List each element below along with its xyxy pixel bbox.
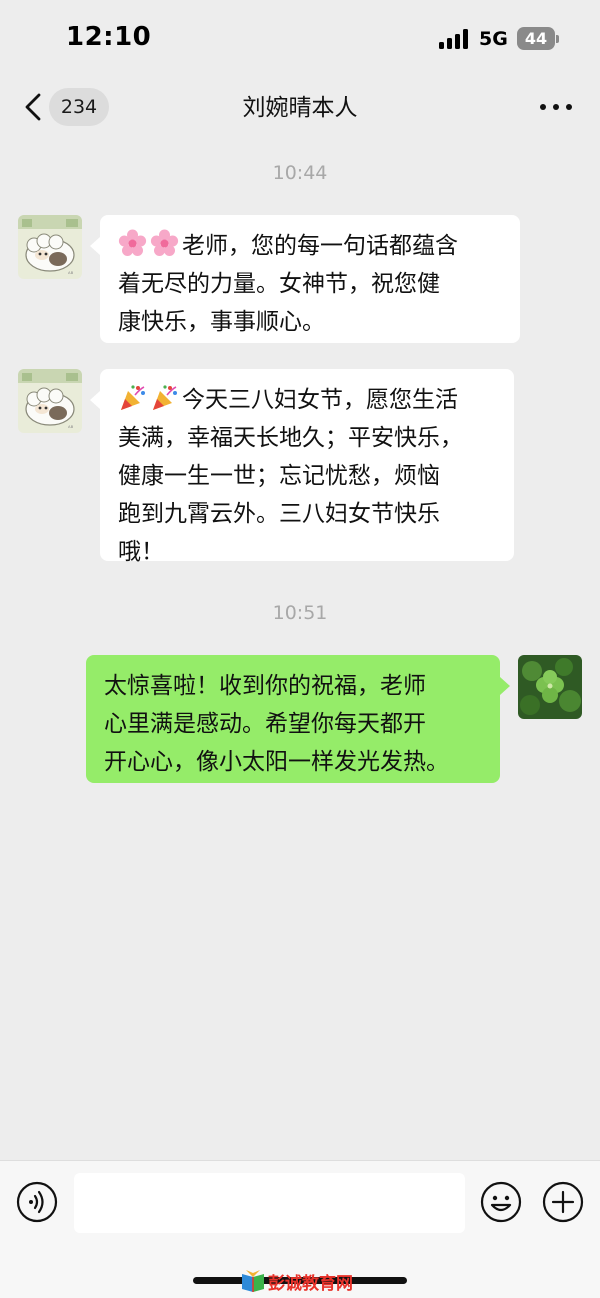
network-label: 5G — [479, 28, 508, 50]
battery-icon: 44 — [517, 27, 559, 50]
signal-bars-icon — [439, 29, 469, 49]
message-line: 跑到九霄云外。三八妇女节快乐 — [118, 501, 440, 527]
book-logo-icon — [240, 1268, 266, 1294]
sheep-avatar[interactable]: ᴬᴮ — [18, 369, 82, 433]
chat-screen: 12:10 5G 44 234 刘婉晴本人 10:44 ᴬᴮ 老师，您的每一句话… — [0, 0, 600, 1298]
clover-avatar[interactable] — [518, 655, 582, 719]
svg-text:ᴬᴮ: ᴬᴮ — [68, 271, 74, 278]
status-time: 12:10 — [66, 22, 152, 52]
sheep-avatar[interactable]: ᴬᴮ — [18, 215, 82, 279]
message-line: 康快乐，事事顺心。 — [118, 309, 325, 335]
nav-bar: 234 刘婉晴本人 — [0, 80, 600, 136]
cherry-blossom-icon — [150, 229, 179, 258]
battery-level: 44 — [524, 29, 548, 48]
party-popper-icon — [150, 383, 179, 412]
message-line: 心里满是感动。希望你每天都开 — [104, 711, 426, 737]
plus-icon[interactable] — [542, 1181, 584, 1223]
message-bubble[interactable]: 老师，您的每一句话都蕴含 着无尽的力量。女神节，祝您健 康快乐，事事顺心。 — [90, 215, 520, 343]
message-line: 老师，您的每一句话都蕴含 — [118, 227, 502, 265]
watermark: 彭诚教育网 — [240, 1268, 366, 1294]
message-bubble[interactable]: 太惊喜啦！收到你的祝福，老师 心里满是感动。希望你每天都开 开心心，像小太阳一样… — [86, 655, 510, 783]
message-input[interactable] — [74, 1173, 465, 1233]
party-popper-icon — [118, 383, 147, 412]
message-timestamp: 10:44 — [272, 162, 328, 184]
chevron-left-icon[interactable] — [22, 92, 44, 122]
message-line: 今天三八妇女节，愿您生活 — [118, 381, 496, 419]
smiley-icon[interactable] — [480, 1181, 522, 1223]
message-line: 健康一生一世；忘记忧愁，烦恼 — [118, 463, 440, 489]
message-line: 美满，幸福天长地久；平安快乐， — [118, 425, 463, 451]
message-line: 着无尽的力量。女神节，祝您健 — [118, 271, 440, 297]
status-bar: 12:10 5G 44 — [0, 0, 600, 80]
message-line: 哦！ — [118, 539, 164, 565]
message-line: 太惊喜啦！收到你的祝福，老师 — [104, 673, 426, 699]
message-bubble[interactable]: 今天三八妇女节，愿您生活 美满，幸福天长地久；平安快乐， 健康一生一世；忘记忧愁… — [90, 369, 514, 565]
voice-icon[interactable] — [16, 1181, 58, 1223]
message-line: 开心心，像小太阳一样发光发热。 — [104, 749, 449, 775]
svg-text:ᴬᴮ: ᴬᴮ — [68, 425, 74, 432]
unread-count-badge[interactable]: 234 — [49, 88, 109, 126]
watermark-text: 彭诚教育网 — [268, 1274, 353, 1294]
chat-title: 刘婉晴本人 — [242, 95, 358, 121]
message-timestamp: 10:51 — [272, 602, 328, 624]
cherry-blossom-icon — [118, 229, 147, 258]
more-dots-icon[interactable] — [540, 104, 574, 112]
